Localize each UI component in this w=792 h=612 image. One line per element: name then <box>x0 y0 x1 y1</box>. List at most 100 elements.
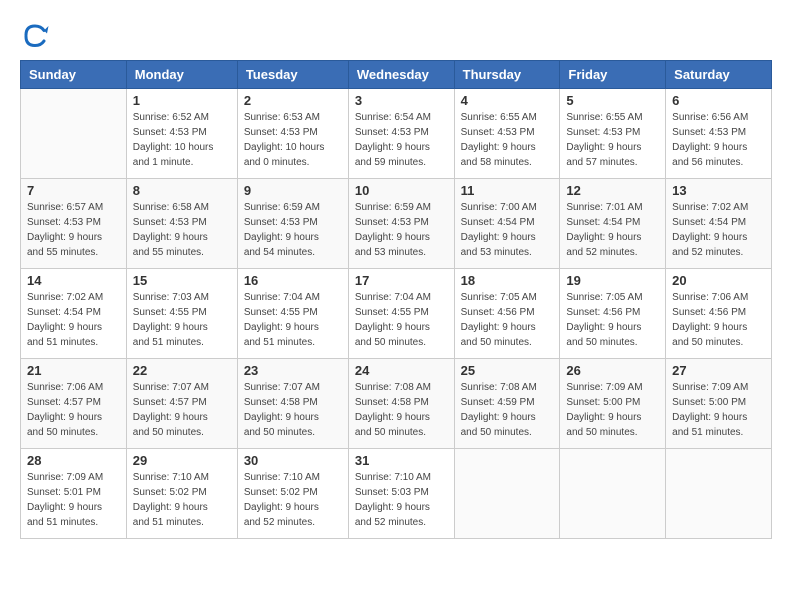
calendar-cell: 6 Sunrise: 6:56 AM Sunset: 4:53 PM Daylig… <box>666 89 772 179</box>
page-header <box>20 20 772 50</box>
day-number: 1 <box>133 93 231 108</box>
day-info: Sunrise: 7:09 AM Sunset: 5:00 PM Dayligh… <box>672 380 765 440</box>
calendar-cell: 3 Sunrise: 6:54 AM Sunset: 4:53 PM Daylig… <box>348 89 454 179</box>
day-number: 27 <box>672 363 765 378</box>
day-number: 8 <box>133 183 231 198</box>
day-info: Sunrise: 7:01 AM Sunset: 4:54 PM Dayligh… <box>566 200 659 260</box>
day-info: Sunrise: 7:06 AM Sunset: 4:57 PM Dayligh… <box>27 380 120 440</box>
calendar-cell: 9 Sunrise: 6:59 AM Sunset: 4:53 PM Daylig… <box>237 179 348 269</box>
calendar-cell: 21 Sunrise: 7:06 AM Sunset: 4:57 PM Dayli… <box>21 359 127 449</box>
calendar-cell: 29 Sunrise: 7:10 AM Sunset: 5:02 PM Dayli… <box>126 449 237 539</box>
day-number: 14 <box>27 273 120 288</box>
week-row-5: 28 Sunrise: 7:09 AM Sunset: 5:01 PM Dayli… <box>21 449 772 539</box>
calendar-cell <box>666 449 772 539</box>
day-number: 16 <box>244 273 342 288</box>
calendar-cell: 11 Sunrise: 7:00 AM Sunset: 4:54 PM Dayli… <box>454 179 560 269</box>
day-number: 25 <box>461 363 554 378</box>
calendar-cell: 28 Sunrise: 7:09 AM Sunset: 5:01 PM Dayli… <box>21 449 127 539</box>
day-info: Sunrise: 6:52 AM Sunset: 4:53 PM Dayligh… <box>133 110 231 170</box>
day-number: 10 <box>355 183 448 198</box>
day-info: Sunrise: 7:00 AM Sunset: 4:54 PM Dayligh… <box>461 200 554 260</box>
calendar-cell: 24 Sunrise: 7:08 AM Sunset: 4:58 PM Dayli… <box>348 359 454 449</box>
week-row-2: 7 Sunrise: 6:57 AM Sunset: 4:53 PM Daylig… <box>21 179 772 269</box>
day-info: Sunrise: 7:09 AM Sunset: 5:00 PM Dayligh… <box>566 380 659 440</box>
day-number: 7 <box>27 183 120 198</box>
calendar-cell: 12 Sunrise: 7:01 AM Sunset: 4:54 PM Dayli… <box>560 179 666 269</box>
day-number: 20 <box>672 273 765 288</box>
day-info: Sunrise: 6:59 AM Sunset: 4:53 PM Dayligh… <box>244 200 342 260</box>
day-number: 30 <box>244 453 342 468</box>
calendar-cell: 31 Sunrise: 7:10 AM Sunset: 5:03 PM Dayli… <box>348 449 454 539</box>
day-number: 11 <box>461 183 554 198</box>
day-header-friday: Friday <box>560 61 666 89</box>
day-info: Sunrise: 7:02 AM Sunset: 4:54 PM Dayligh… <box>27 290 120 350</box>
day-number: 4 <box>461 93 554 108</box>
day-number: 12 <box>566 183 659 198</box>
day-number: 29 <box>133 453 231 468</box>
day-info: Sunrise: 7:02 AM Sunset: 4:54 PM Dayligh… <box>672 200 765 260</box>
day-info: Sunrise: 7:10 AM Sunset: 5:03 PM Dayligh… <box>355 470 448 530</box>
day-number: 19 <box>566 273 659 288</box>
calendar-cell: 18 Sunrise: 7:05 AM Sunset: 4:56 PM Dayli… <box>454 269 560 359</box>
calendar-cell: 2Sunrise: 6:53 AM Sunset: 4:53 PM Daylig… <box>237 89 348 179</box>
day-number: 24 <box>355 363 448 378</box>
day-header-saturday: Saturday <box>666 61 772 89</box>
calendar-cell: 8 Sunrise: 6:58 AM Sunset: 4:53 PM Daylig… <box>126 179 237 269</box>
day-info: Sunrise: 6:54 AM Sunset: 4:53 PM Dayligh… <box>355 110 448 170</box>
day-info: Sunrise: 6:55 AM Sunset: 4:53 PM Dayligh… <box>566 110 659 170</box>
calendar-cell: 17Sunrise: 7:04 AM Sunset: 4:55 PM Dayli… <box>348 269 454 359</box>
day-info: Sunrise: 7:07 AM Sunset: 4:58 PM Dayligh… <box>244 380 342 440</box>
calendar-cell: 4 Sunrise: 6:55 AM Sunset: 4:53 PM Daylig… <box>454 89 560 179</box>
calendar-cell: 27 Sunrise: 7:09 AM Sunset: 5:00 PM Dayli… <box>666 359 772 449</box>
day-number: 28 <box>27 453 120 468</box>
day-number: 18 <box>461 273 554 288</box>
day-number: 17 <box>355 273 448 288</box>
calendar-cell: 15Sunrise: 7:03 AM Sunset: 4:55 PM Dayli… <box>126 269 237 359</box>
week-row-1: 1 Sunrise: 6:52 AM Sunset: 4:53 PM Daylig… <box>21 89 772 179</box>
day-info: Sunrise: 6:59 AM Sunset: 4:53 PM Dayligh… <box>355 200 448 260</box>
week-row-3: 14 Sunrise: 7:02 AM Sunset: 4:54 PM Dayli… <box>21 269 772 359</box>
calendar-cell <box>21 89 127 179</box>
calendar-cell: 5 Sunrise: 6:55 AM Sunset: 4:53 PM Daylig… <box>560 89 666 179</box>
day-number: 21 <box>27 363 120 378</box>
day-info: Sunrise: 6:57 AM Sunset: 4:53 PM Dayligh… <box>27 200 120 260</box>
week-row-4: 21 Sunrise: 7:06 AM Sunset: 4:57 PM Dayli… <box>21 359 772 449</box>
calendar-cell: 26Sunrise: 7:09 AM Sunset: 5:00 PM Dayli… <box>560 359 666 449</box>
calendar-cell: 13 Sunrise: 7:02 AM Sunset: 4:54 PM Dayli… <box>666 179 772 269</box>
calendar-cell: 7 Sunrise: 6:57 AM Sunset: 4:53 PM Daylig… <box>21 179 127 269</box>
calendar-table: SundayMondayTuesdayWednesdayThursdayFrid… <box>20 60 772 539</box>
day-number: 23 <box>244 363 342 378</box>
day-info: Sunrise: 7:10 AM Sunset: 5:02 PM Dayligh… <box>244 470 342 530</box>
day-info: Sunrise: 7:05 AM Sunset: 4:56 PM Dayligh… <box>566 290 659 350</box>
day-number: 9 <box>244 183 342 198</box>
day-number: 13 <box>672 183 765 198</box>
day-info: Sunrise: 7:06 AM Sunset: 4:56 PM Dayligh… <box>672 290 765 350</box>
logo-icon <box>20 20 50 50</box>
calendar-cell: 22 Sunrise: 7:07 AM Sunset: 4:57 PM Dayli… <box>126 359 237 449</box>
calendar-cell: 20 Sunrise: 7:06 AM Sunset: 4:56 PM Dayli… <box>666 269 772 359</box>
day-info: Sunrise: 7:09 AM Sunset: 5:01 PM Dayligh… <box>27 470 120 530</box>
day-info: Sunrise: 7:04 AM Sunset: 4:55 PM Dayligh… <box>244 290 342 350</box>
day-info: Sunrise: 7:05 AM Sunset: 4:56 PM Dayligh… <box>461 290 554 350</box>
days-header-row: SundayMondayTuesdayWednesdayThursdayFrid… <box>21 61 772 89</box>
day-info: Sunrise: 6:56 AM Sunset: 4:53 PM Dayligh… <box>672 110 765 170</box>
day-info: Sunrise: 6:58 AM Sunset: 4:53 PM Dayligh… <box>133 200 231 260</box>
calendar-cell: 19 Sunrise: 7:05 AM Sunset: 4:56 PM Dayli… <box>560 269 666 359</box>
day-header-tuesday: Tuesday <box>237 61 348 89</box>
day-number: 15 <box>133 273 231 288</box>
day-number: 6 <box>672 93 765 108</box>
day-number: 3 <box>355 93 448 108</box>
day-info: Sunrise: 7:08 AM Sunset: 4:58 PM Dayligh… <box>355 380 448 440</box>
calendar-cell <box>454 449 560 539</box>
day-number: 22 <box>133 363 231 378</box>
day-info: Sunrise: 7:08 AM Sunset: 4:59 PM Dayligh… <box>461 380 554 440</box>
day-info: Sunrise: 7:07 AM Sunset: 4:57 PM Dayligh… <box>133 380 231 440</box>
day-info: Sunrise: 7:10 AM Sunset: 5:02 PM Dayligh… <box>133 470 231 530</box>
day-header-thursday: Thursday <box>454 61 560 89</box>
day-info: Sunrise: 6:55 AM Sunset: 4:53 PM Dayligh… <box>461 110 554 170</box>
day-number: 5 <box>566 93 659 108</box>
day-number: 31 <box>355 453 448 468</box>
calendar-cell: 25 Sunrise: 7:08 AM Sunset: 4:59 PM Dayli… <box>454 359 560 449</box>
calendar-cell: 10 Sunrise: 6:59 AM Sunset: 4:53 PM Dayli… <box>348 179 454 269</box>
calendar-cell: 16 Sunrise: 7:04 AM Sunset: 4:55 PM Dayli… <box>237 269 348 359</box>
